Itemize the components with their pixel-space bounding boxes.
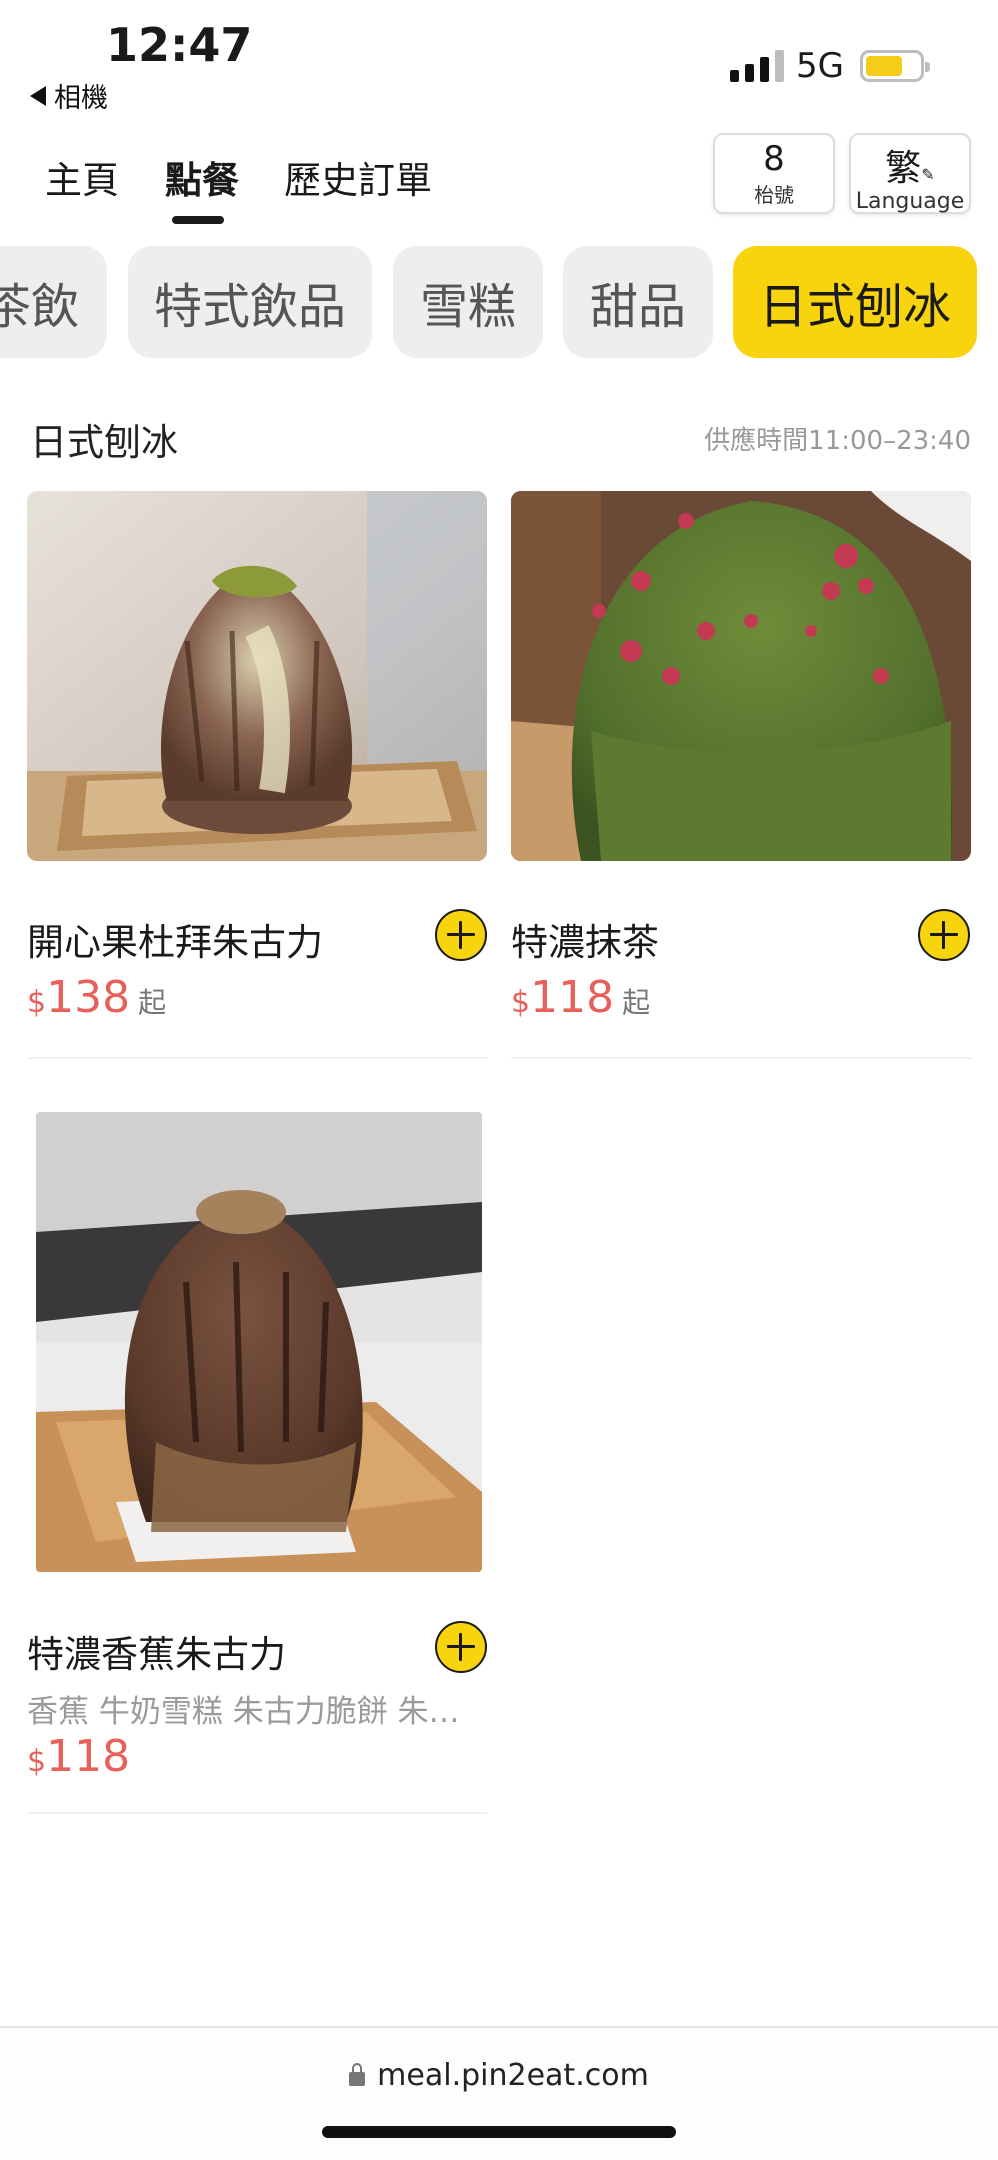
url-display[interactable]: meal.pin2eat.com	[0, 2058, 998, 2093]
product-name[interactable]: 開心果杜拜朱古力	[27, 912, 323, 966]
add-to-cart-button[interactable]	[918, 909, 970, 961]
active-tab-indicator	[172, 216, 224, 224]
product-price: $118	[27, 1731, 131, 1782]
product-price: $138 起	[27, 972, 167, 1023]
product-name[interactable]: 特濃抹茶	[511, 912, 659, 966]
back-to-app-link[interactable]: 相機	[30, 76, 108, 115]
tab-order[interactable]: 點餐	[165, 150, 239, 204]
card-divider	[27, 1812, 487, 1814]
language-button[interactable]: 繁✎ Language	[849, 133, 971, 214]
pencil-icon: ✎	[921, 165, 935, 184]
browser-address-bar[interactable]: meal.pin2eat.com	[0, 2026, 998, 2160]
product-photo-banana-chocolate[interactable]	[36, 1112, 482, 1572]
product-name[interactable]: 特濃香蕉朱古力	[27, 1624, 286, 1678]
category-chip-desserts[interactable]: 甜品	[563, 246, 713, 358]
category-chip-special-drinks[interactable]: 特式飲品	[128, 246, 372, 358]
category-chip-japanese-shaved-ice[interactable]: 日式刨冰	[733, 246, 977, 358]
product-photo-matcha[interactable]	[511, 491, 971, 861]
plus-icon	[930, 921, 958, 949]
table-number: 8	[763, 139, 785, 179]
url-text: meal.pin2eat.com	[377, 2058, 649, 2093]
product-photo-pistachio-chocolate[interactable]	[27, 491, 487, 861]
language-current: 繁	[885, 148, 922, 189]
back-app-label: 相機	[54, 83, 108, 114]
service-hours: 供應時間11:00–23:40	[704, 426, 971, 456]
tab-home[interactable]: 主頁	[45, 150, 119, 204]
signal-icon	[730, 50, 784, 82]
category-chip-tea[interactable]: 茶飲	[0, 246, 107, 358]
add-to-cart-button[interactable]	[435, 909, 487, 961]
back-triangle-icon	[30, 85, 46, 106]
network-type: 5G	[796, 46, 844, 86]
battery-icon	[860, 50, 930, 82]
lock-icon	[349, 2063, 366, 2086]
home-indicator[interactable]	[322, 2126, 676, 2138]
category-chip-ice-cream[interactable]: 雪糕	[393, 246, 543, 358]
category-chips: 茶飲 特式飲品 雪糕 甜品 日式刨冰	[0, 246, 998, 358]
language-label: Language	[855, 189, 965, 214]
plus-icon	[447, 1633, 475, 1661]
product-description: 香蕉 牛奶雪糕 朱古力脆餅 朱古力醬	[27, 1694, 477, 1730]
plus-icon	[447, 921, 475, 949]
table-number-badge[interactable]: 8 枱號	[713, 133, 835, 214]
card-divider	[27, 1057, 487, 1059]
table-number-label: 枱號	[754, 183, 794, 207]
status-time: 12:47	[106, 18, 253, 72]
card-divider	[511, 1057, 971, 1059]
add-to-cart-button[interactable]	[435, 1621, 487, 1673]
section-title: 日式刨冰	[30, 421, 178, 464]
product-price: $118 起	[511, 972, 651, 1023]
tab-order-history[interactable]: 歷史訂單	[284, 150, 432, 204]
